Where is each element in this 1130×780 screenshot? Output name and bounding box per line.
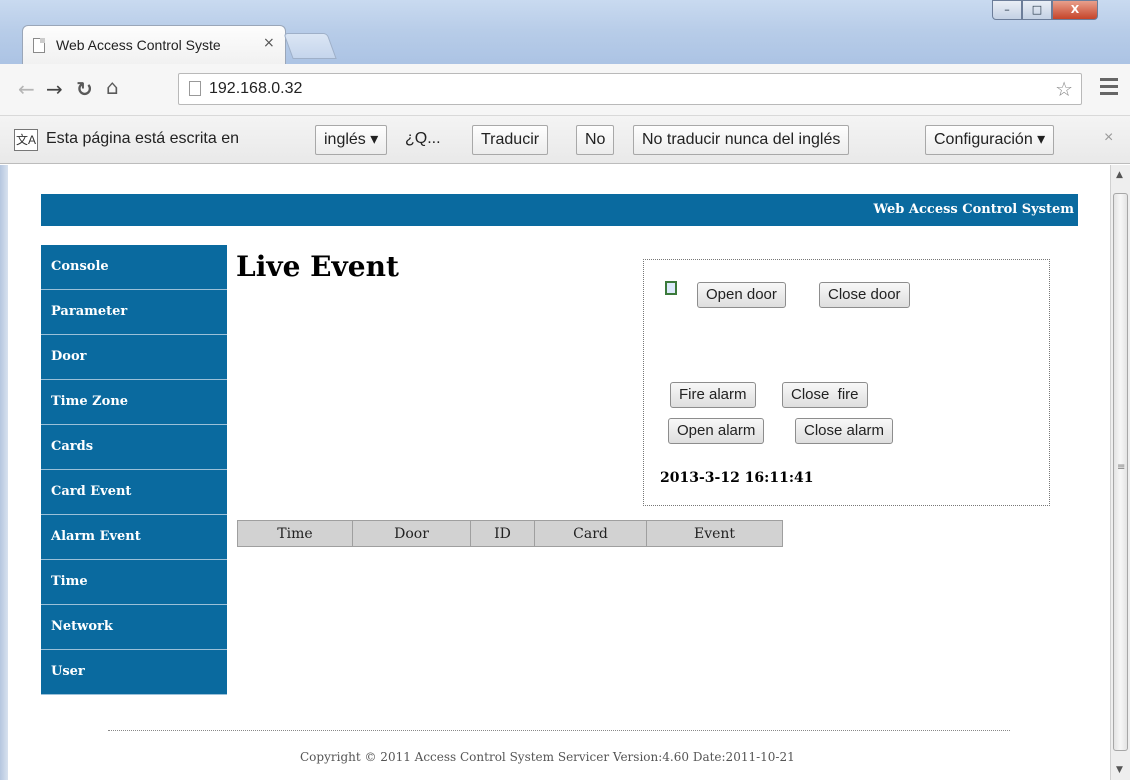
sidebar-item-door[interactable]: Door: [41, 335, 227, 380]
sidebar-item-console[interactable]: Console: [41, 245, 227, 290]
site-title: Web Access Control System: [873, 202, 1074, 217]
page-title: Live Event: [236, 250, 399, 283]
translate-icon: 文A: [14, 129, 38, 151]
forward-arrow-icon[interactable]: →: [46, 77, 63, 101]
back-arrow-icon[interactable]: ←: [18, 77, 35, 101]
browser-toolbar: ← → ↻ ⌂ 192.168.0.32 ☆: [0, 64, 1130, 116]
browser-tab[interactable]: Web Access Control Syste ×: [22, 25, 286, 64]
live-event-table: Time Door ID Card Event: [237, 520, 783, 547]
open-door-button[interactable]: Open door: [697, 282, 786, 308]
home-icon[interactable]: ⌂: [106, 75, 119, 99]
tab-close-icon[interactable]: ×: [263, 35, 275, 51]
column-header-event: Event: [646, 520, 783, 547]
translate-prompt: Esta página está escrita en: [46, 130, 240, 147]
site-header: Web Access Control System: [41, 194, 1078, 226]
close-alarm-button[interactable]: Close alarm: [795, 418, 894, 444]
page-icon: [189, 81, 201, 96]
column-header-door: Door: [352, 520, 471, 547]
scroll-down-arrow-icon[interactable]: ▼: [1116, 765, 1123, 775]
table-header-row: Time Door ID Card Event: [237, 520, 783, 547]
fire-alarm-button[interactable]: Fire alarm: [670, 382, 756, 408]
sidebar-item-user[interactable]: User: [41, 650, 227, 695]
url-text[interactable]: 192.168.0.32: [209, 80, 302, 98]
window-controls: – □ X: [992, 0, 1098, 26]
translate-button[interactable]: Traducir: [472, 125, 549, 155]
sidebar-item-cards[interactable]: Cards: [41, 425, 227, 470]
grip-icon: ≡: [1117, 462, 1126, 473]
control-panel: Open door Close door Fire alarm Close fi…: [643, 259, 1050, 506]
translate-bar: 文A Esta página está escrita en inglés ▾ …: [0, 116, 1130, 164]
footer-divider: [108, 730, 1010, 731]
maximize-button[interactable]: □: [1022, 0, 1052, 20]
footer-copyright: Copyright © 2011 Access Control System S…: [300, 750, 795, 764]
address-bar[interactable]: 192.168.0.32 ☆: [178, 73, 1082, 105]
page-icon: [33, 38, 45, 53]
sidebar-item-time[interactable]: Time: [41, 560, 227, 605]
sidebar-item-time-zone[interactable]: Time Zone: [41, 380, 227, 425]
current-datetime: 2013-3-12 16:11:41: [660, 470, 814, 486]
sidebar-item-network[interactable]: Network: [41, 605, 227, 650]
never-translate-button[interactable]: No traducir nunca del inglés: [633, 125, 850, 155]
reload-icon[interactable]: ↻: [76, 77, 93, 101]
sidebar-item-alarm-event[interactable]: Alarm Event: [41, 515, 227, 560]
window-border: [0, 165, 8, 780]
translate-settings-dropdown[interactable]: Configuración ▾: [925, 125, 1055, 155]
scroll-up-arrow-icon[interactable]: ▲: [1116, 170, 1123, 180]
sidebar-nav: Console Parameter Door Time Zone Cards C…: [41, 245, 227, 695]
sidebar-item-card-event[interactable]: Card Event: [41, 470, 227, 515]
tab-title: Web Access Control Syste: [56, 37, 221, 53]
vertical-scrollbar[interactable]: ▲ ≡ ▼: [1110, 165, 1130, 780]
star-icon[interactable]: ☆: [1055, 77, 1073, 101]
column-header-card: Card: [534, 520, 647, 547]
language-dropdown[interactable]: inglés ▾: [315, 125, 388, 155]
sidebar-item-parameter[interactable]: Parameter: [41, 290, 227, 335]
minimize-button[interactable]: –: [992, 0, 1022, 20]
menu-icon[interactable]: [1100, 78, 1118, 99]
translate-close-icon[interactable]: ×: [1104, 129, 1113, 147]
close-door-button[interactable]: Close door: [819, 282, 910, 308]
no-button[interactable]: No: [576, 125, 615, 155]
close-fire-button[interactable]: Close fire: [782, 382, 868, 408]
window-close-button[interactable]: X: [1052, 0, 1098, 20]
column-header-id: ID: [470, 520, 535, 547]
door-icon: [665, 281, 677, 295]
browser-titlebar: Web Access Control Syste × – □ X: [0, 0, 1130, 72]
translate-question: ¿Q...: [405, 130, 441, 147]
open-alarm-button[interactable]: Open alarm: [668, 418, 765, 444]
scrollbar-thumb[interactable]: ≡: [1113, 193, 1128, 751]
column-header-time: Time: [237, 520, 353, 547]
new-tab-button[interactable]: [283, 33, 337, 59]
